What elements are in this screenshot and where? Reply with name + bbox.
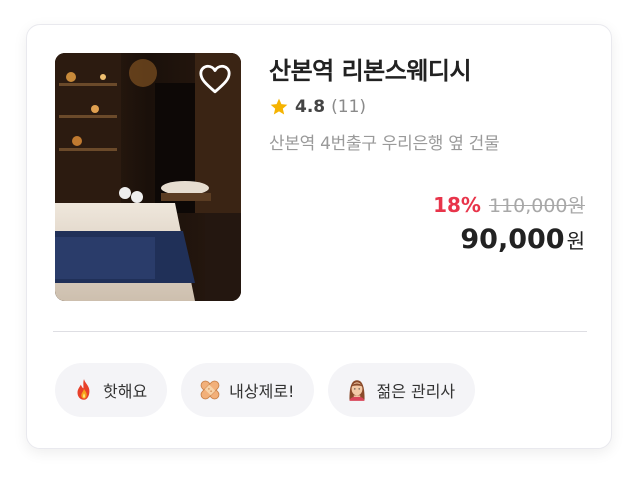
tag-young-therapist[interactable]: 젊은 관리사 (328, 363, 476, 417)
bandage-icon (197, 377, 223, 403)
rating-score: 4.8 (295, 97, 326, 117)
price-currency: 원 (566, 229, 585, 253)
favorite-button[interactable] (197, 61, 233, 97)
star-icon (270, 98, 288, 115)
price-box: 18% 110,000원 90,000 원 (433, 191, 585, 261)
woman-icon (344, 377, 370, 403)
tag-no-injury[interactable]: 내상제로! (181, 363, 315, 417)
tag-label: 핫해요 (103, 382, 148, 401)
spa-thumbnail[interactable] (55, 53, 241, 301)
listing-title[interactable]: 산본역 리본스웨디시 (269, 51, 599, 91)
fire-icon (71, 377, 97, 403)
tag-hot[interactable]: 핫해요 (55, 363, 168, 417)
listing-address: 산본역 4번출구 우리은행 옆 건물 (269, 134, 500, 154)
discount-rate: 18% (433, 193, 481, 217)
heart-icon (199, 64, 231, 94)
original-price: 110,000원 (488, 195, 585, 217)
tag-list: 핫해요 내상제로! 젊은 관리사 (55, 363, 476, 417)
rating-row: 4.8 (11) (269, 95, 599, 119)
review-count: (11) (331, 97, 367, 117)
listing-info: 산본역 리본스웨디시 4.8 (11) 산본역 4번출구 우리은행 옆 건물 (269, 51, 599, 154)
tag-label: 내상제로! (229, 382, 295, 401)
final-price: 90,000 (460, 224, 565, 255)
listing-card[interactable]: 산본역 리본스웨디시 4.8 (11) 산본역 4번출구 우리은행 옆 건물 1… (26, 24, 612, 449)
divider (53, 331, 587, 332)
tag-label: 젊은 관리사 (376, 382, 456, 401)
